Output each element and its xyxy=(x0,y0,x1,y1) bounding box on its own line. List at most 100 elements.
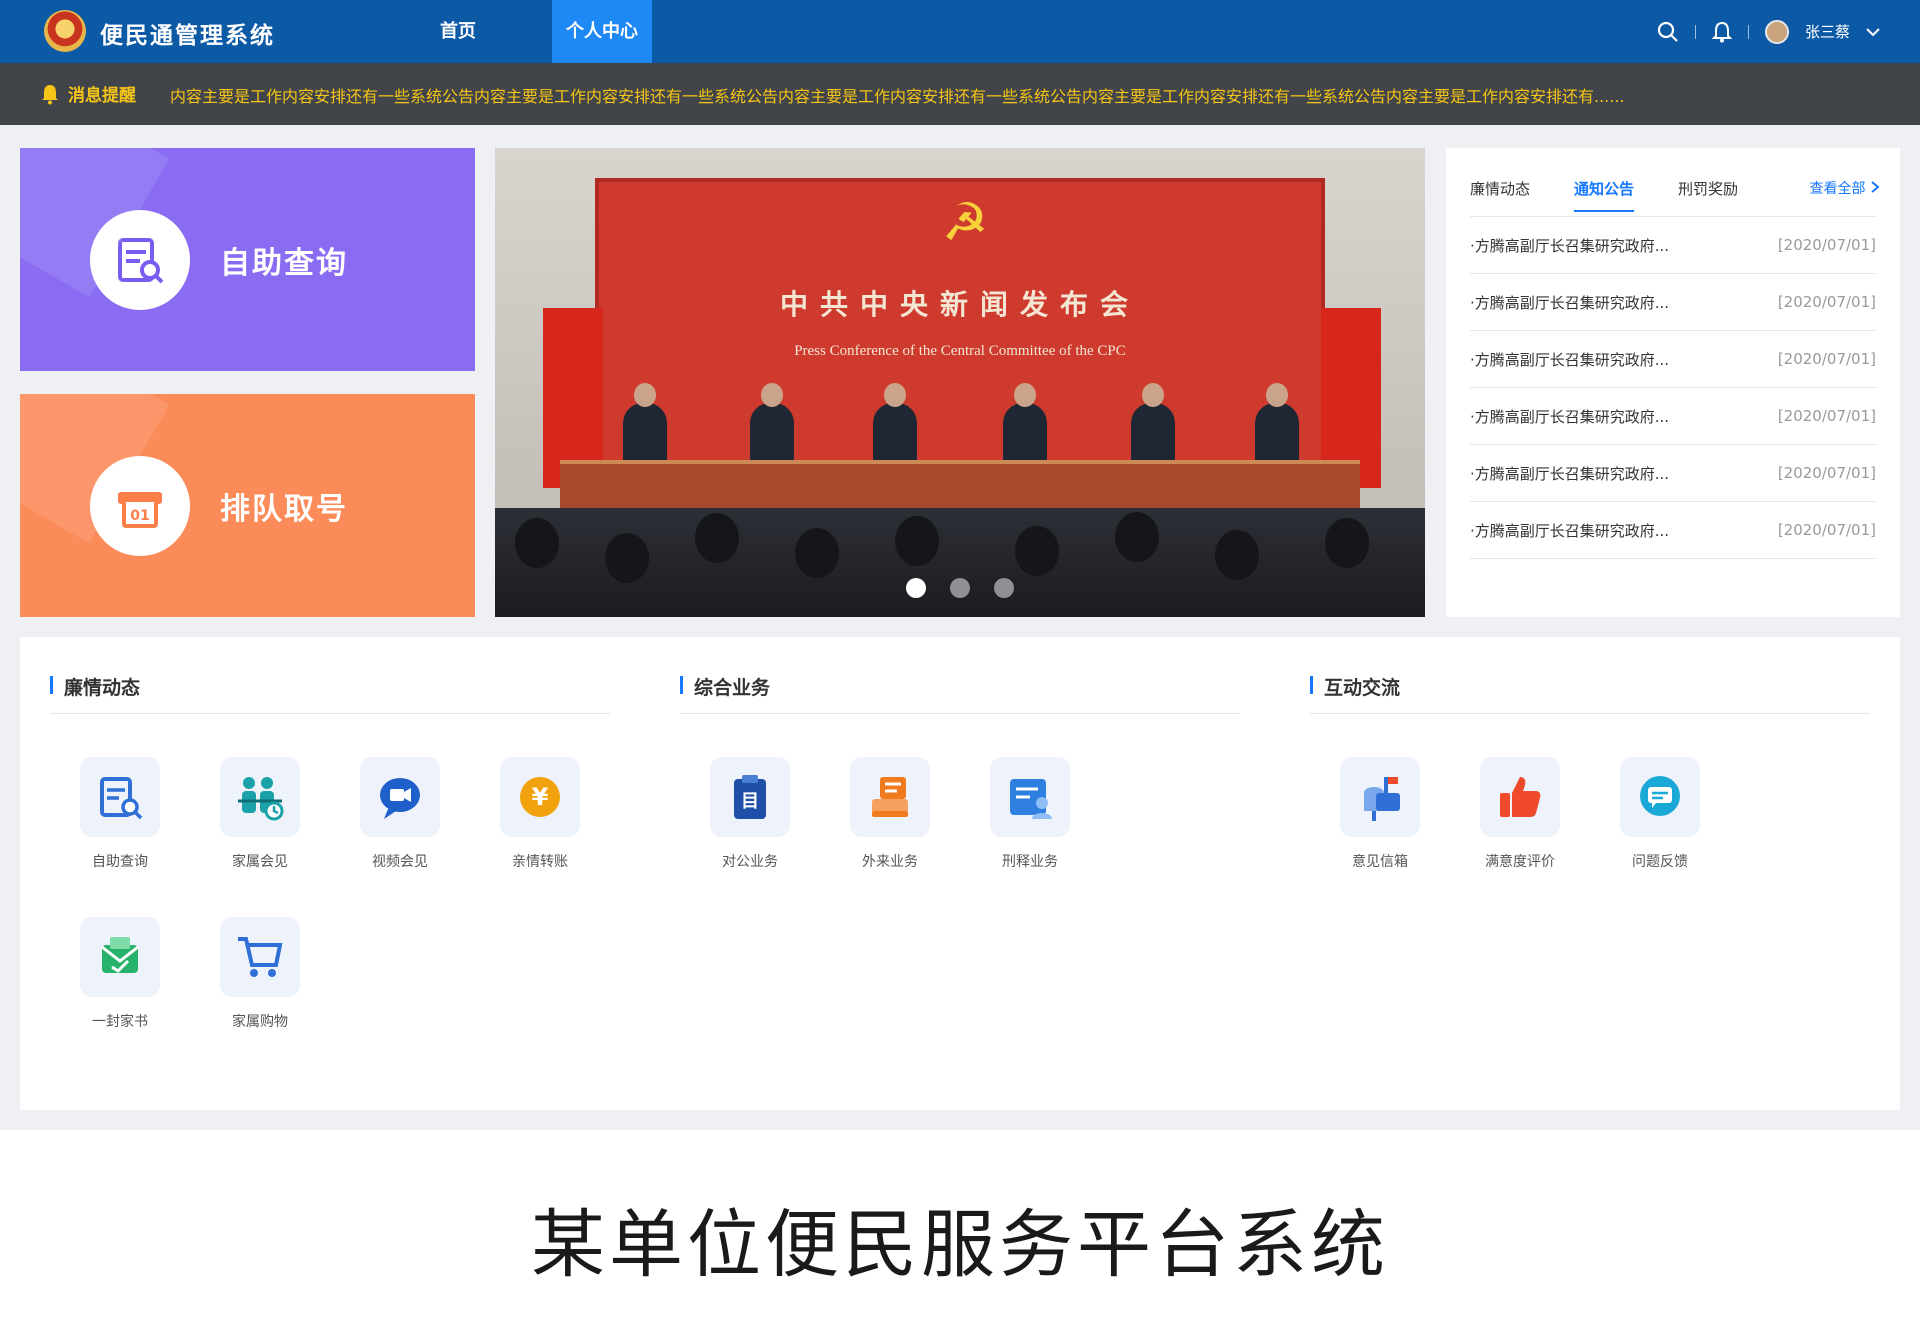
speaker xyxy=(1255,383,1299,465)
service-label: 家属会见 xyxy=(232,854,288,870)
notice-list-item[interactable]: ·方腾高副厅长召集研究政府... [2020/07/01] xyxy=(1470,331,1876,388)
header-actions: 张三蔡 xyxy=(1657,0,1880,63)
section-divider xyxy=(50,713,610,714)
tab-integrity-news[interactable]: 廉情动态 xyxy=(1470,178,1530,199)
service-family-visit[interactable]: 家属会见 xyxy=(205,757,315,871)
service-label: 视频会见 xyxy=(372,854,428,870)
nav-home[interactable]: 首页 xyxy=(418,0,498,63)
service-family-shopping[interactable]: 家属购物 xyxy=(205,917,315,1031)
service-suggestion-box[interactable]: 意见信箱 xyxy=(1325,757,1435,871)
notice-panel: 廉情动态 通知公告 刑罚奖励 查看全部 ·方腾高副厅长召集研究政府... [20… xyxy=(1446,148,1900,617)
app-root: 便民通管理系统 首页 个人中心 张三蔡 消息提醒 内容主要是工作内容安排还有一些… xyxy=(0,0,1920,1323)
notice-title: ·方腾高副厅长召集研究政府... xyxy=(1470,407,1670,426)
service-label: 外来业务 xyxy=(862,854,918,870)
section-title-interaction: 互动交流 xyxy=(1310,673,1400,700)
ui-screen: 便民通管理系统 首页 个人中心 张三蔡 消息提醒 内容主要是工作内容安排还有一些… xyxy=(0,0,1920,1130)
notice-list-item[interactable]: ·方腾高副厅长召集研究政府... [2020/07/01] xyxy=(1470,502,1876,559)
self-query-label: 自助查询 xyxy=(220,245,348,281)
notice-label-text: 消息提醒 xyxy=(68,86,136,106)
mailbox-icon xyxy=(1340,757,1420,837)
tab-announcements[interactable]: 通知公告 xyxy=(1574,178,1635,212)
service-release-business[interactable]: 刑释业务 xyxy=(975,757,1085,871)
tile-icon-circle: 01 xyxy=(90,455,190,556)
nav-personal-center[interactable]: 个人中心 xyxy=(552,0,652,63)
notice-title: ·方腾高副厅长召集研究政府... xyxy=(1470,464,1670,483)
service-feedback[interactable]: 问题反馈 xyxy=(1605,757,1715,871)
audience-head xyxy=(515,518,559,568)
app-title: 便民通管理系统 xyxy=(100,23,275,49)
audience-head xyxy=(795,528,839,578)
service-family-letter[interactable]: 一封家书 xyxy=(65,917,175,1031)
speaker xyxy=(873,383,917,465)
view-all-link[interactable]: 查看全部 xyxy=(1810,178,1880,198)
notice-title: ·方腾高副厅长召集研究政府... xyxy=(1470,236,1670,255)
service-video-visit[interactable]: 视频会见 xyxy=(345,757,455,871)
audience-head xyxy=(895,516,939,566)
family-visit-icon xyxy=(220,757,300,837)
section-title-general: 综合业务 xyxy=(680,673,770,700)
audience-head xyxy=(605,533,649,583)
section-title-integrity: 廉情动态 xyxy=(50,673,140,700)
section-divider xyxy=(680,713,1240,714)
speaker xyxy=(1131,383,1175,465)
queue-ticket-icon: 01 xyxy=(118,491,162,528)
notice-title: ·方腾高副厅长召集研究政府... xyxy=(1470,521,1670,540)
notice-date: [2020/07/01] xyxy=(1777,350,1876,368)
carousel-dot[interactable] xyxy=(906,578,926,598)
bell-icon xyxy=(42,84,58,104)
service-label: 亲情转账 xyxy=(512,854,568,870)
notice-list-item[interactable]: ·方腾高副厅长召集研究政府... [2020/07/01] xyxy=(1470,388,1876,445)
audience-head xyxy=(695,513,739,563)
carousel-dot[interactable] xyxy=(950,578,970,598)
notice-date: [2020/07/01] xyxy=(1777,464,1876,482)
audience xyxy=(495,508,1425,617)
search-icon[interactable] xyxy=(1657,21,1679,43)
service-label: 刑释业务 xyxy=(1002,854,1058,870)
thumbs-up-icon xyxy=(1480,757,1560,837)
queue-ticket-label: 排队取号 xyxy=(220,491,348,527)
tab-penalty-rewards[interactable]: 刑罚奖励 xyxy=(1678,178,1738,199)
service-label: 对公业务 xyxy=(722,854,778,870)
notice-label: 消息提醒 xyxy=(40,81,136,106)
header-divider xyxy=(1694,24,1696,39)
notice-title: ·方腾高副厅长召集研究政府... xyxy=(1470,293,1670,312)
user-name[interactable]: 张三蔡 xyxy=(1805,21,1850,42)
notice-list-item[interactable]: ·方腾高副厅长召集研究政府... [2020/07/01] xyxy=(1470,445,1876,502)
services-panel: 廉情动态 自助查询 家属会见 视频会见 ¥ 亲情转账 一封家书 家属购物 综合业… xyxy=(20,637,1900,1110)
service-label: 意见信箱 xyxy=(1352,854,1408,870)
banner-title-cn: 中共中央新闻发布会 xyxy=(779,288,1140,321)
service-satisfaction-rating[interactable]: 满意度评价 xyxy=(1465,757,1575,871)
notice-title: ·方腾高副厅长召集研究政府... xyxy=(1470,350,1670,369)
queue-ticket-tile[interactable]: 01 排队取号 xyxy=(20,394,475,617)
avatar[interactable] xyxy=(1764,19,1789,44)
service-label: 自助查询 xyxy=(92,854,148,870)
id-card-icon xyxy=(990,757,1070,837)
notice-date: [2020/07/01] xyxy=(1777,407,1876,425)
audience-head xyxy=(1215,530,1259,580)
document-search-icon xyxy=(80,757,160,837)
carousel-dot[interactable] xyxy=(994,578,1014,598)
shopping-cart-icon xyxy=(220,917,300,997)
banner-carousel[interactable]: ☭ 中共中央新闻发布会 Press Conference of the Cent… xyxy=(495,148,1425,617)
notice-list-item[interactable]: ·方腾高副厅长召集研究政府... [2020/07/01] xyxy=(1470,217,1876,274)
svg-text:¥: ¥ xyxy=(532,783,549,811)
banner-title-en: Press Conference of the Central Committe… xyxy=(794,343,1126,359)
service-label: 满意度评价 xyxy=(1485,854,1555,870)
bell-icon[interactable] xyxy=(1711,21,1732,43)
letter-icon xyxy=(80,917,160,997)
svg-text:01: 01 xyxy=(130,508,149,524)
party-emblem-icon: ☭ xyxy=(941,193,989,253)
service-family-transfer[interactable]: ¥ 亲情转账 xyxy=(485,757,595,871)
top-navbar: 便民通管理系统 首页 个人中心 张三蔡 xyxy=(0,0,1920,63)
notice-list-item[interactable]: ·方腾高副厅长召集研究政府... [2020/07/01] xyxy=(1470,274,1876,331)
service-public-business[interactable]: 目 对公业务 xyxy=(695,757,805,871)
service-external-business[interactable]: 外来业务 xyxy=(835,757,945,871)
chevron-down-icon[interactable] xyxy=(1866,27,1880,37)
service-self-query[interactable]: 自助查询 xyxy=(65,757,175,871)
service-label: 问题反馈 xyxy=(1632,854,1688,870)
self-query-tile[interactable]: 自助查询 xyxy=(20,148,475,371)
stamp-icon xyxy=(850,757,930,837)
notice-marquee[interactable]: 内容主要是工作内容安排还有一些系统公告内容主要是工作内容安排还有一些系统公告内容… xyxy=(170,83,1810,107)
service-label: 一封家书 xyxy=(92,1014,148,1030)
video-call-icon xyxy=(360,757,440,837)
